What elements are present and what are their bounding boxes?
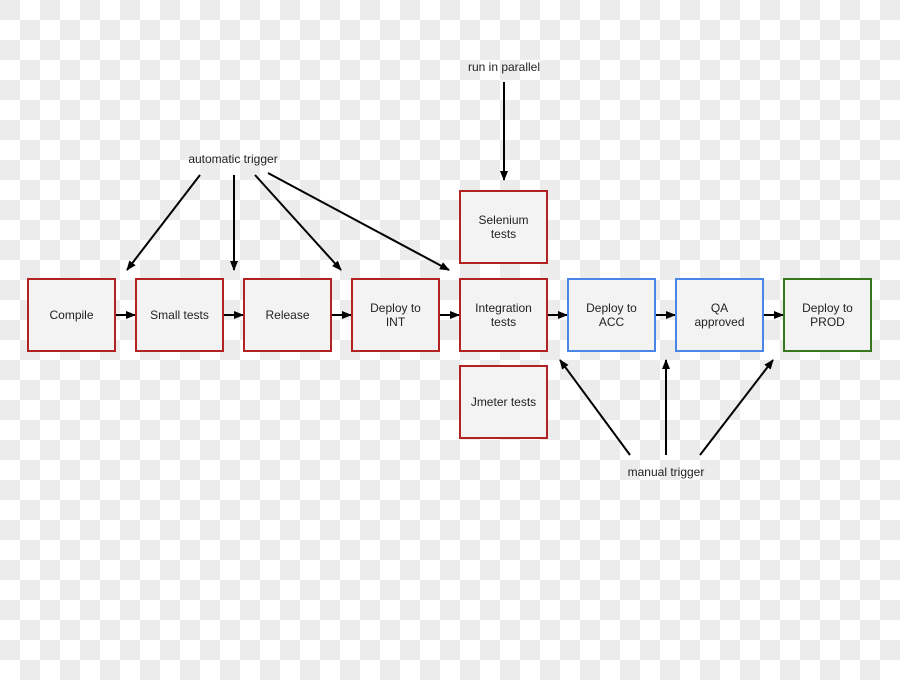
node-qa-approved: QAapproved [675, 278, 764, 352]
node-label: Release [265, 308, 309, 322]
node-label: QA [711, 301, 728, 315]
node-small-tests: Small tests [135, 278, 224, 352]
node-label: approved [694, 315, 744, 329]
node-label: Deploy to [370, 301, 421, 315]
node-deploy-acc: Deploy toACC [567, 278, 656, 352]
node-label: Compile [49, 308, 93, 322]
automatic-trigger-label: automatic trigger [188, 152, 277, 166]
node-label: Deploy to [802, 301, 853, 315]
node-label: Integration [475, 301, 532, 315]
node-label: tests [491, 227, 516, 241]
node-release: Release [243, 278, 332, 352]
node-integration-tests: Integrationtests [459, 278, 548, 352]
node-label: Jmeter tests [471, 395, 536, 409]
node-deploy-prod: Deploy toPROD [783, 278, 872, 352]
node-jmeter-tests: Jmeter tests [459, 365, 548, 439]
node-selenium-tests: Seleniumtests [459, 190, 548, 264]
manual-trigger-label: manual trigger [628, 465, 705, 479]
node-label: ACC [599, 315, 625, 329]
node-label: Small tests [150, 308, 209, 322]
run-in-parallel-label: run in parallel [468, 60, 540, 74]
node-label: Selenium [478, 213, 528, 227]
node-compile: Compile [27, 278, 116, 352]
node-label: Deploy to [586, 301, 637, 315]
node-label: tests [491, 315, 516, 329]
node-deploy-int: Deploy toINT [351, 278, 440, 352]
node-label: PROD [810, 315, 845, 329]
pipeline-diagram: Compile Small tests Release Deploy toINTInt… [0, 0, 900, 680]
node-label: INT [386, 315, 406, 329]
